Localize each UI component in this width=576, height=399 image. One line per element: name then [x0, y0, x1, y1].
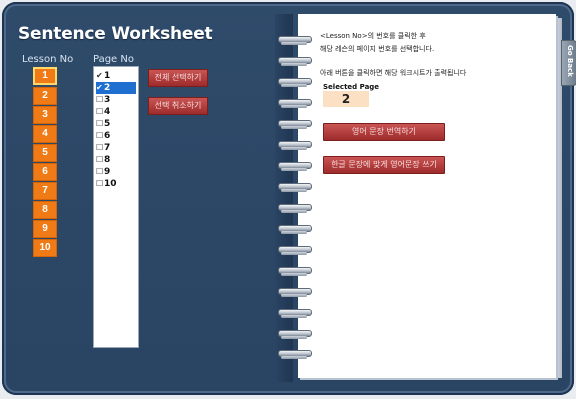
lesson-button-8[interactable]: 8 — [33, 201, 57, 219]
binder-ring — [278, 78, 312, 87]
page-item-label: 8 — [104, 155, 111, 165]
page-list[interactable]: ✔1 ✔2 ☐3 ☐4 ☐5 ☐6 ☐7 ☐8 ☐9 ☐10 — [93, 66, 139, 348]
page-item-1[interactable]: ✔1 — [96, 70, 136, 82]
lesson-button-1[interactable]: 1 — [33, 67, 57, 85]
page-item-10[interactable]: ☐10 — [96, 178, 136, 190]
notebook-spine — [275, 14, 293, 382]
binder-ring — [278, 36, 312, 45]
lesson-button-9[interactable]: 9 — [33, 220, 57, 238]
page-no-header: Page No — [93, 54, 134, 65]
instruction-line-2: 해당 레슨의 페이지 번호를 선택합니다. — [320, 45, 435, 53]
binder-ring — [278, 183, 312, 192]
page-item-label: 2 — [104, 83, 111, 93]
checkbox-empty-icon[interactable]: ☐ — [96, 118, 104, 130]
selected-page-value: 2 — [323, 91, 369, 107]
binder-ring — [278, 57, 312, 66]
lesson-no-header: Lesson No — [22, 54, 74, 65]
checkbox-empty-icon[interactable]: ☐ — [96, 142, 104, 154]
instruction-line-1: <Lesson No>의 번호를 클릭한 후 — [320, 32, 426, 40]
lesson-button-3[interactable]: 3 — [33, 106, 57, 124]
page-item-label: 3 — [104, 95, 111, 105]
binder-ring — [278, 120, 312, 129]
page-item-label: 6 — [104, 131, 111, 141]
checkbox-checked-icon[interactable]: ✔ — [96, 70, 104, 82]
binder-ring — [278, 99, 312, 108]
checkbox-empty-icon[interactable]: ☐ — [96, 178, 104, 190]
checkbox-empty-icon[interactable]: ☐ — [96, 166, 104, 178]
binder-ring — [278, 330, 312, 339]
write-english-button[interactable]: 한글 문장에 맞게 영어문장 쓰기 — [323, 156, 445, 174]
page-item-label: 9 — [104, 167, 111, 177]
checkbox-empty-icon[interactable]: ☐ — [96, 154, 104, 166]
deselect-all-button[interactable]: 선택 취소하기 — [148, 97, 208, 115]
checkbox-checked-icon[interactable]: ✔ — [96, 82, 104, 94]
page-item-label: 5 — [104, 119, 111, 129]
page-item-2[interactable]: ✔2 — [96, 82, 136, 94]
lesson-button-5[interactable]: 5 — [33, 144, 57, 162]
binder-ring — [278, 246, 312, 255]
go-back-label[interactable]: Go Back — [566, 45, 574, 77]
binder-ring — [278, 225, 312, 234]
page-item-label: 7 — [104, 143, 111, 153]
checkbox-empty-icon[interactable]: ☐ — [96, 130, 104, 142]
page-item-9[interactable]: ☐9 — [96, 166, 136, 178]
page-item-5[interactable]: ☐5 — [96, 118, 136, 130]
page-item-label: 4 — [104, 107, 111, 117]
lesson-button-7[interactable]: 7 — [33, 182, 57, 200]
checkbox-empty-icon[interactable]: ☐ — [96, 106, 104, 118]
binder-ring — [278, 267, 312, 276]
binder-ring — [278, 204, 312, 213]
page-item-4[interactable]: ☐4 — [96, 106, 136, 118]
app-title: Sentence Worksheet — [18, 24, 213, 44]
page-item-7[interactable]: ☐7 — [96, 142, 136, 154]
page-item-8[interactable]: ☐8 — [96, 154, 136, 166]
binder-ring — [278, 162, 312, 171]
lesson-button-10[interactable]: 10 — [33, 239, 57, 257]
page-item-3[interactable]: ☐3 — [96, 94, 136, 106]
binder-ring — [278, 141, 312, 150]
lesson-button-2[interactable]: 2 — [33, 87, 57, 105]
binder-ring — [278, 288, 312, 297]
selected-page-label: Selected Page — [323, 83, 380, 91]
lesson-button-6[interactable]: 6 — [33, 163, 57, 181]
page-item-label: 10 — [104, 179, 117, 189]
binder-ring — [278, 309, 312, 318]
instruction-line-3: 아래 버튼을 클릭하면 해당 워크시트가 출력됩니다 — [320, 69, 467, 77]
page-item-label: 1 — [104, 71, 111, 81]
checkbox-empty-icon[interactable]: ☐ — [96, 94, 104, 106]
binder-ring — [278, 350, 312, 359]
lesson-button-4[interactable]: 4 — [33, 125, 57, 143]
translate-english-button[interactable]: 영어 문장 번역하기 — [323, 123, 445, 141]
select-all-button[interactable]: 전체 선택하기 — [148, 69, 208, 87]
page-item-6[interactable]: ☐6 — [96, 130, 136, 142]
